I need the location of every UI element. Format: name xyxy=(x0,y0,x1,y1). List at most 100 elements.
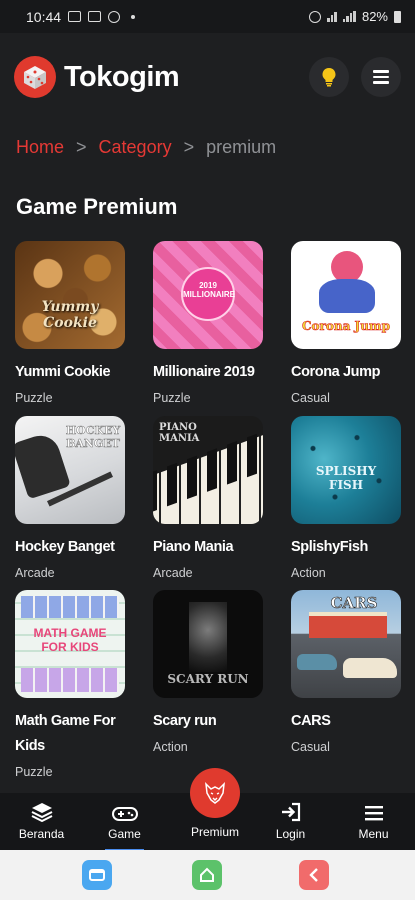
brand-name: Tokogim xyxy=(64,60,180,93)
breadcrumb-separator: > xyxy=(76,137,87,157)
game-thumbnail: SPLISHY FISH xyxy=(291,416,401,524)
game-name: Math Game For Kids xyxy=(15,713,116,754)
thumbnail-caption: HOCKEY BANGET xyxy=(65,424,121,451)
recent-apps-icon xyxy=(89,869,105,881)
thumbnail-caption: 2019 MILLIONAIRE xyxy=(183,281,235,299)
game-card-piano-mania[interactable]: PIANO MANIA Piano Mania Arcade xyxy=(153,416,263,580)
game-category: Action xyxy=(153,740,188,754)
thumbnail-caption: MATH GAME FOR KIDS xyxy=(33,626,107,654)
nav-item-login[interactable]: Login xyxy=(249,793,332,850)
game-name: Scary run xyxy=(153,713,217,729)
thumbnail-caption: SCARY RUN xyxy=(167,672,249,686)
signal-icon xyxy=(342,11,356,22)
back-button[interactable] xyxy=(299,860,329,890)
app-header: Tokogim xyxy=(0,33,415,121)
breadcrumb: Home > Category > premium xyxy=(16,137,276,158)
thumbnail-diner xyxy=(309,612,387,638)
theme-toggle-button[interactable] xyxy=(309,57,349,97)
thumbnail-car xyxy=(343,658,397,678)
premium-button[interactable] xyxy=(190,768,240,818)
game-card-corona-jump[interactable]: Corona Jump Corona Jump Casual xyxy=(291,241,401,405)
more-notifications-icon xyxy=(131,14,136,19)
nav-label: Login xyxy=(275,827,306,841)
game-category: Casual xyxy=(291,391,330,405)
breadcrumb-separator: > xyxy=(183,137,195,157)
thumbnail-car xyxy=(297,654,337,670)
nav-item-menu[interactable]: Menu xyxy=(332,793,415,850)
game-thumbnail: Yummy Cookie xyxy=(15,241,125,349)
game-card-hockey-banget[interactable]: HOCKEY BANGET Hockey Banget Arcade xyxy=(15,416,125,580)
nav-label: Beranda xyxy=(18,827,65,841)
home-icon xyxy=(200,867,214,882)
page-title: Game Premium xyxy=(16,194,178,219)
game-thumbnail: CARS xyxy=(291,590,401,698)
gallery-icon xyxy=(68,11,82,22)
game-name: CARS xyxy=(291,713,331,729)
game-category: Puzzle xyxy=(15,765,53,779)
wifi-icon xyxy=(327,11,337,22)
menu-button[interactable] xyxy=(361,57,401,97)
game-thumbnail: SCARY RUN xyxy=(153,590,263,698)
wolf-icon xyxy=(205,781,225,804)
game-category: Action xyxy=(291,566,326,580)
game-category: Arcade xyxy=(15,566,55,580)
battery-icon xyxy=(394,10,401,23)
game-category: Puzzle xyxy=(15,391,53,405)
thumbnail-caption: PIANO MANIA xyxy=(159,422,200,444)
nav-label: Menu xyxy=(358,827,389,841)
whatsapp-icon xyxy=(108,10,121,23)
game-name: Hockey Banget xyxy=(15,539,115,555)
game-card-scary-run[interactable]: SCARY RUN Scary run Action xyxy=(153,590,263,754)
game-category: Casual xyxy=(291,740,330,754)
layers-icon xyxy=(31,803,52,822)
nav-item-game[interactable]: Game xyxy=(83,793,166,851)
game-name: Yummi Cookie xyxy=(15,364,111,380)
breadcrumb-home-link[interactable]: Home xyxy=(16,137,64,158)
login-icon xyxy=(281,802,300,822)
game-card-splishyfish[interactable]: SPLISHY FISH SplishyFish Action xyxy=(291,416,401,580)
nav-label: Game xyxy=(108,827,141,841)
thumbnail-tiles xyxy=(21,668,119,692)
thumbnail-doorway xyxy=(189,602,227,672)
game-card-yummi-cookie[interactable]: Yummy Cookie Yummi Cookie Puzzle xyxy=(15,241,125,405)
lightbulb-icon xyxy=(322,68,336,87)
thumbnail-tiles xyxy=(21,596,119,618)
alarm-icon xyxy=(309,10,322,23)
game-card-millionaire-2019[interactable]: 2019 MILLIONAIRE Millionaire 2019 Puzzle xyxy=(153,241,263,405)
game-name: Piano Mania xyxy=(153,539,234,555)
game-thumbnail: PIANO MANIA xyxy=(153,416,263,524)
home-button[interactable] xyxy=(192,860,222,890)
thumbnail-caption: SPLISHY FISH xyxy=(315,464,377,492)
thumbnail-caption: CARS xyxy=(330,594,378,613)
game-thumbnail: MATH GAME FOR KIDS xyxy=(15,590,125,698)
battery-percent: 82% xyxy=(361,9,388,24)
game-name: SplishyFish xyxy=(291,539,368,555)
recent-apps-button[interactable] xyxy=(82,860,112,890)
game-thumbnail: 2019 MILLIONAIRE xyxy=(153,241,263,349)
game-card-math-game-for-kids[interactable]: MATH GAME FOR KIDS Math Game For Kids Pu… xyxy=(15,590,125,779)
thumbnail-player xyxy=(15,430,71,500)
hamburger-icon xyxy=(364,806,383,821)
status-time: 10:44 xyxy=(26,8,62,25)
thumbnail-caption: Corona Jump xyxy=(301,319,391,334)
nav-item-beranda[interactable]: Beranda xyxy=(0,793,83,850)
thumbnail-caption: Yummy Cookie xyxy=(41,299,99,331)
system-nav-bar xyxy=(0,850,415,900)
game-name: Millionaire 2019 xyxy=(153,364,255,380)
hamburger-icon xyxy=(373,67,389,87)
game-thumbnail: HOCKEY BANGET xyxy=(15,416,125,524)
game-category: Arcade xyxy=(153,566,193,580)
game-name: Corona Jump xyxy=(291,364,381,380)
premium-label: Premium xyxy=(190,825,239,839)
breadcrumb-current: premium xyxy=(206,137,277,157)
gamepad-icon xyxy=(111,807,138,821)
back-arrow-icon xyxy=(309,868,318,882)
dice-logo-icon xyxy=(14,56,56,98)
game-card-cars[interactable]: CARS CARS Casual xyxy=(291,590,401,754)
status-bar: 10:44 82% xyxy=(0,0,415,33)
notification-icon xyxy=(88,11,102,22)
game-thumbnail: Corona Jump xyxy=(291,241,401,349)
thumbnail-character-dress xyxy=(319,279,375,313)
game-category: Puzzle xyxy=(153,391,191,405)
breadcrumb-category-link[interactable]: Category xyxy=(99,137,172,158)
